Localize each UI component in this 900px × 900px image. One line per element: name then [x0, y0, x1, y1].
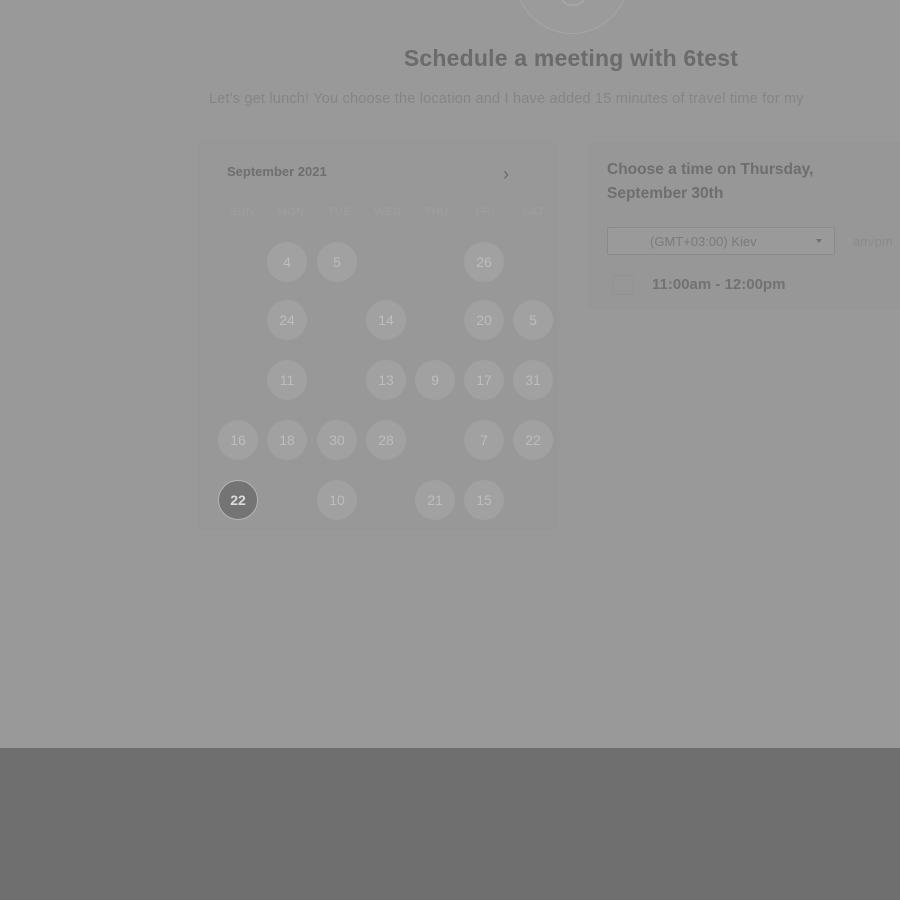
calendar-day[interactable]: 28: [366, 420, 406, 460]
time-format-toggle[interactable]: am/pm: [853, 234, 893, 249]
timezone-select[interactable]: (GMT+03:00) Kiev: [607, 227, 835, 255]
weekday-label: FRI: [475, 206, 495, 218]
calendar-day[interactable]: 5: [317, 242, 357, 282]
calendar-day[interactable]: 15: [464, 480, 504, 520]
calendar-day[interactable]: 24: [267, 300, 307, 340]
timezone-value: (GMT+03:00) Kiev: [650, 234, 757, 249]
calendar-day[interactable]: 13: [366, 360, 406, 400]
time-slot-label[interactable]: 11:00am - 12:00pm: [652, 276, 785, 293]
calendar-day[interactable]: 18: [267, 420, 307, 460]
booking-page: Schedule a meeting with 6test Let's get …: [0, 0, 900, 748]
calendar-day[interactable]: 9: [415, 360, 455, 400]
calendar-day-selected[interactable]: 22: [218, 480, 258, 520]
time-slot-radio[interactable]: [612, 275, 634, 295]
calendar-day[interactable]: 17: [464, 360, 504, 400]
chevron-right-icon: ›: [503, 164, 509, 184]
calendar-day[interactable]: 10: [317, 480, 357, 520]
weekday-label: SUN: [229, 206, 255, 218]
page-footer-overlay: [0, 748, 900, 900]
caret-down-icon: [816, 239, 822, 243]
calendar-day[interactable]: 26: [464, 242, 504, 282]
calendar-day[interactable]: 14: [366, 300, 406, 340]
weekday-label: MON: [277, 206, 305, 218]
calendar-day[interactable]: 4: [267, 242, 307, 282]
weekday-label: WED: [374, 206, 402, 218]
page-description: Let's get lunch! You choose the location…: [209, 91, 804, 107]
calendar-day[interactable]: 30: [317, 420, 357, 460]
calendar-day[interactable]: 20: [464, 300, 504, 340]
calendar-day[interactable]: 22: [513, 420, 553, 460]
month-label: September 2021: [227, 164, 327, 179]
weekday-header: SUN MON TUE WED THU FRI SAT: [218, 206, 558, 218]
calendar-day[interactable]: 11: [267, 360, 307, 400]
weekday-label: SAT: [522, 206, 545, 218]
calendar-day[interactable]: 5: [513, 300, 553, 340]
next-month-button[interactable]: ›: [497, 165, 515, 183]
calendar-day[interactable]: 7: [464, 420, 504, 460]
page-title: Schedule a meeting with 6test: [403, 45, 739, 71]
calendar-day[interactable]: 31: [513, 360, 553, 400]
calendar-day[interactable]: 16: [218, 420, 258, 460]
time-panel-heading: Choose a time on Thursday, September 30t…: [607, 161, 814, 202]
weekday-label: THU: [424, 206, 449, 218]
calendar-day[interactable]: 21: [415, 480, 455, 520]
weekday-label: TUE: [327, 206, 352, 218]
